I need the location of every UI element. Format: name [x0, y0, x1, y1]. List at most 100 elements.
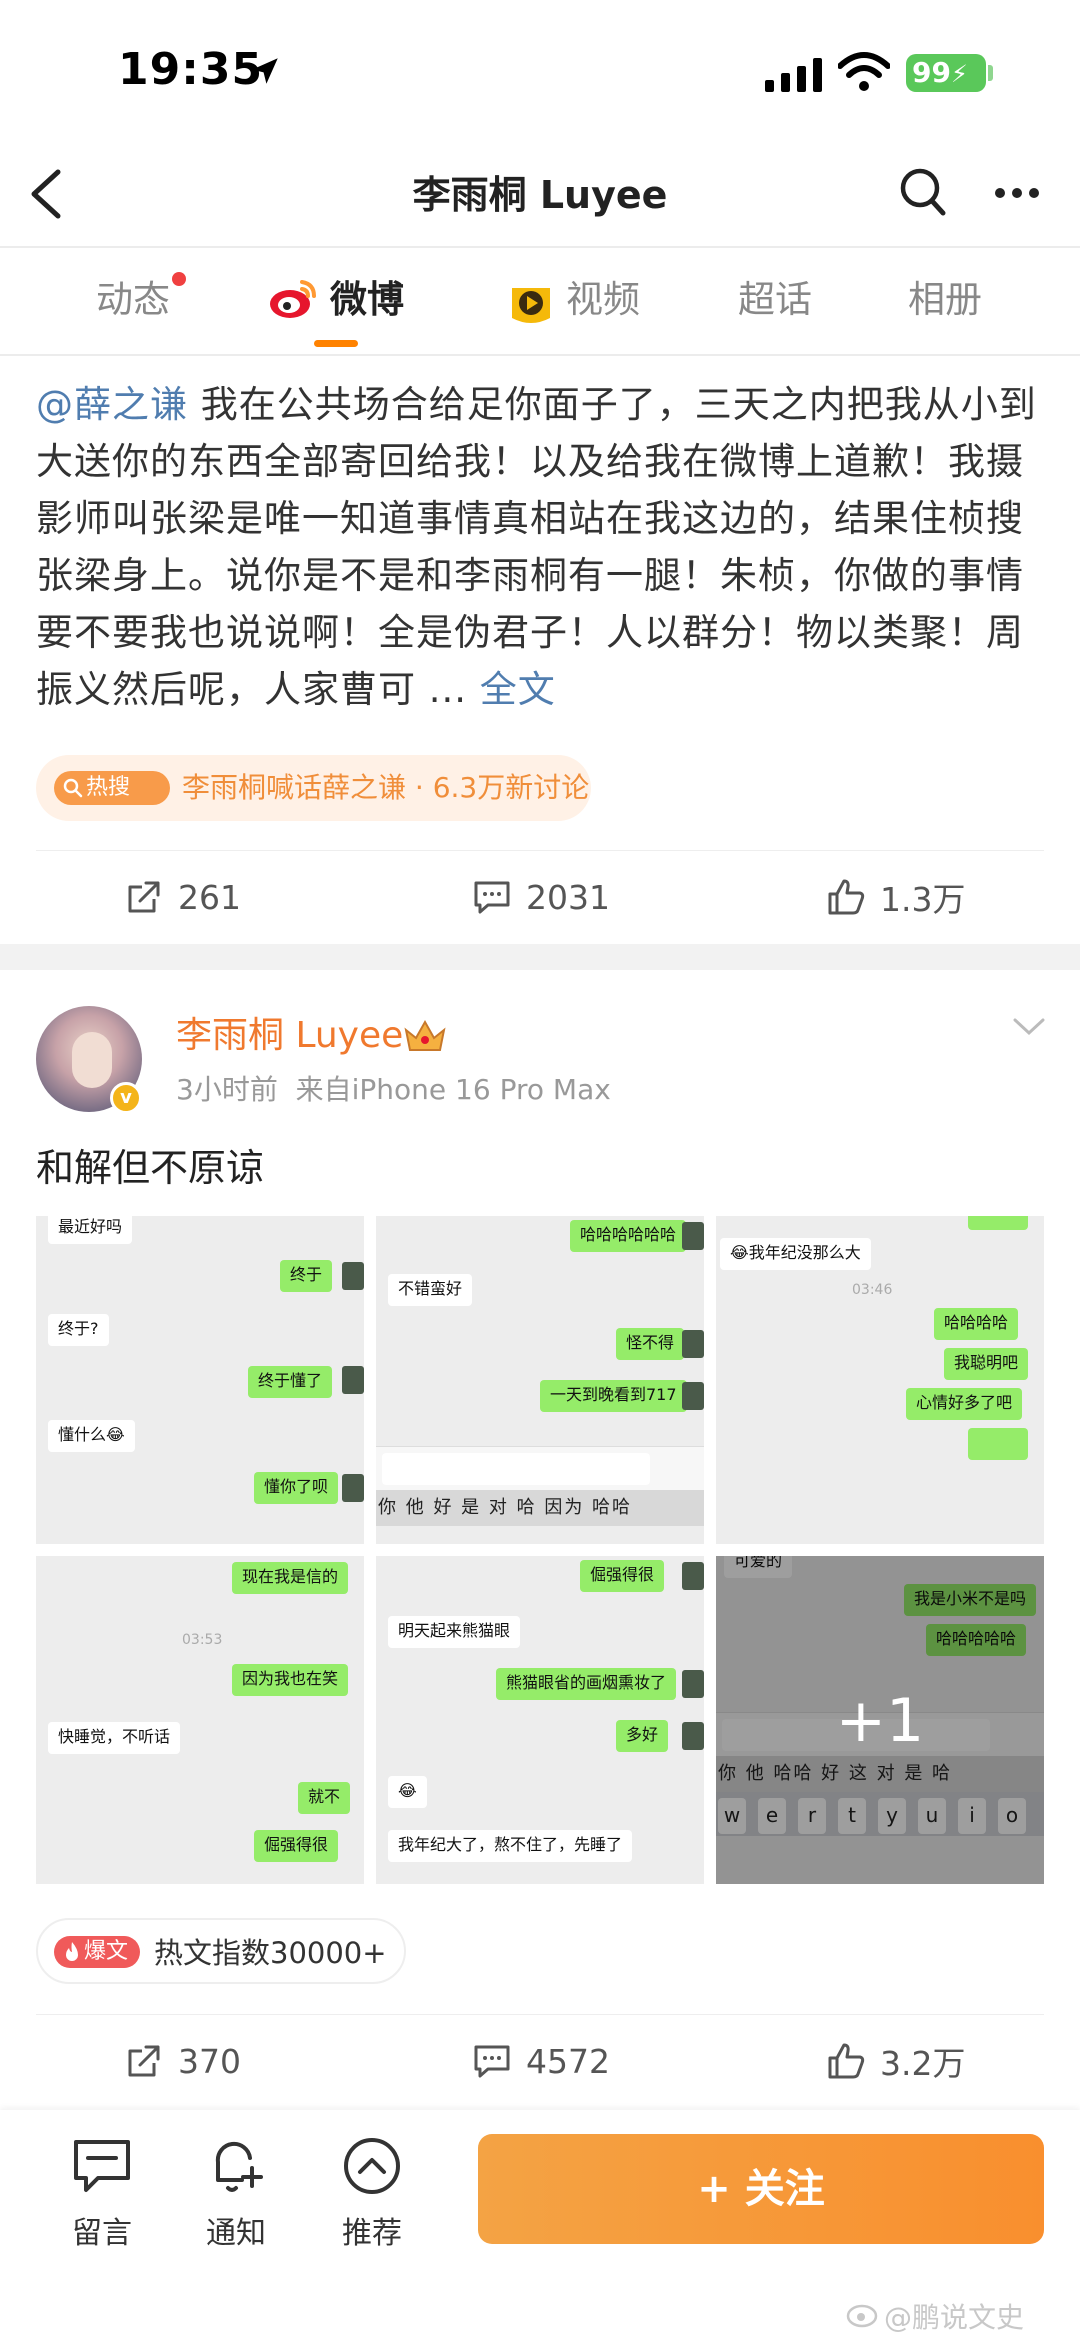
hot-search-topic: 李雨桐喊话薛之谦 · 6.3万新讨论 — [182, 771, 590, 804]
fire-icon — [66, 1942, 78, 1961]
post-body: @薛之谦 我在公共场合给足你面子了，三天之内把我从小到大送你的东西全部寄回给我！… — [36, 376, 1046, 718]
chat-bubble: 现在我是信的 — [232, 1562, 349, 1594]
more-icon[interactable] — [994, 186, 1040, 200]
chat-bubble: 最近好吗 — [48, 1216, 133, 1244]
chat-avatar — [342, 1366, 364, 1394]
chat-bubble: 哈哈哈哈哈哈 — [570, 1220, 687, 1252]
tab-weibo[interactable]: 微博 — [330, 272, 404, 332]
battery-cap — [988, 65, 993, 81]
recommend-label: 推荐 — [342, 2216, 402, 2251]
recommend-button[interactable]: 推荐 — [322, 2134, 422, 2252]
chat-bubble: 就不 — [298, 1782, 351, 1814]
chat-avatar — [682, 1562, 704, 1590]
chevron-down-icon[interactable] — [1012, 1016, 1046, 1038]
chat-avatar — [682, 1222, 704, 1250]
chat-screenshot-3[interactable]: 😂我年纪没那么大 03:46 哈哈哈哈 我聪明吧 心情好多了吧 — [716, 1216, 1044, 1544]
chat-bubble: 终于懂了 — [248, 1366, 333, 1398]
chat-bubble: 终于 — [280, 1260, 333, 1292]
comment-count: 2031 — [526, 877, 610, 917]
follow-button[interactable]: + 关注 — [478, 2134, 1044, 2244]
post-source: 来自iPhone 16 Pro Max — [295, 1073, 611, 1106]
post-actions: 370 4572 3.2万 — [0, 2016, 1080, 2106]
chat-timestamp: 03:46 — [852, 1282, 893, 1298]
hot-search-pill[interactable]: 热搜 李雨桐喊话薛之谦 · 6.3万新讨论 — [36, 755, 591, 821]
notify-button[interactable]: 通知 — [186, 2134, 286, 2252]
read-more-link[interactable]: 全文 — [467, 668, 556, 711]
chat-bubble: 倔强得很 — [580, 1560, 665, 1592]
chat-bubble: 😂 — [388, 1776, 427, 1808]
hot-article-pill[interactable]: 爆文 热文指数30000+ — [36, 1918, 406, 1984]
status-bar: 19:35 99⚡ — [0, 0, 1080, 140]
more-images-count: +1 — [835, 1686, 925, 1756]
chat-bubble: 哈哈哈哈 — [934, 1308, 1019, 1340]
profile-tabs: 动态 微博 视频 超话 相册 — [0, 248, 1080, 354]
chat-input-field — [382, 1453, 650, 1485]
comment-button[interactable]: 4572 — [472, 2016, 610, 2106]
chat-screenshot-4[interactable]: 现在我是信的 03:53 因为我也在笑 快睡觉，不听话 就不 倔强得很 — [36, 1556, 364, 1884]
post-text: 和解但不原谅 — [36, 1146, 265, 1190]
post-actions: 261 2031 1.3万 — [0, 852, 1080, 942]
chat-bubble: 快睡觉，不听话 — [48, 1722, 181, 1754]
hot-search-badge: 热搜 — [54, 771, 170, 805]
battery-icon: 99⚡ — [906, 54, 986, 92]
comment-button[interactable]: 2031 — [472, 852, 610, 942]
chat-bubble: 懂什么😂 — [48, 1420, 135, 1452]
chat-screenshot-2[interactable]: 哈哈哈哈哈哈 不错蛮好 怪不得 一天到晚看到717 你 他 好 是 对 哈 因为… — [376, 1216, 704, 1544]
tab-video[interactable]: 视频 — [566, 272, 640, 332]
chat-bubble: 明天起来熊猫眼 — [388, 1616, 521, 1648]
bell-plus-icon — [215, 2141, 263, 2192]
chat-bubble: 多好 — [616, 1720, 669, 1752]
share-button[interactable]: 370 — [124, 2016, 241, 2106]
author-name[interactable]: 李雨桐 Luyee — [176, 1012, 403, 1060]
chat-avatar — [682, 1722, 704, 1750]
share-icon — [128, 2045, 160, 2077]
like-button[interactable]: 3.2万 — [826, 2016, 965, 2106]
active-tab-indicator — [314, 340, 358, 347]
search-icon[interactable] — [898, 166, 946, 218]
crown-icon — [404, 1019, 446, 1051]
share-count: 370 — [178, 2041, 241, 2081]
verified-badge-icon: v — [110, 1082, 142, 1114]
profile-header: 李雨桐 Luyee — [0, 140, 1080, 246]
like-count: 3.2万 — [880, 2044, 966, 2083]
comment-nav-button[interactable]: 留言 — [52, 2134, 152, 2252]
chat-screenshot-1[interactable]: 最近好吗 终于 终于? 终于懂了 懂什么😂 懂你了呗 — [36, 1216, 364, 1544]
weibo-watermark-icon — [846, 2304, 878, 2328]
comment-icon — [474, 2045, 510, 2078]
chat-avatar — [682, 1382, 704, 1410]
chat-screenshot-6[interactable]: 可爱的 我是小米不是吗 哈哈哈哈哈 你 他 哈哈 好 这 对 是 哈 w e r… — [716, 1556, 1044, 1884]
chat-bubble: 终于? — [48, 1314, 109, 1346]
chat-bubble: 😂我年纪没那么大 — [720, 1238, 871, 1270]
like-button[interactable]: 1.3万 — [826, 852, 965, 942]
post-time: 3小时前 — [176, 1073, 278, 1106]
tab-dynamics[interactable]: 动态 — [96, 272, 170, 332]
comment-bubble-icon — [74, 2140, 130, 2192]
share-button[interactable]: 261 — [124, 852, 241, 942]
notification-dot — [172, 272, 186, 286]
like-icon — [828, 2043, 865, 2079]
chat-bubble: 心情好多了吧 — [906, 1388, 1023, 1420]
tabs-divider — [0, 354, 1080, 356]
chat-avatar — [682, 1670, 704, 1698]
chat-bubble: 因为我也在笑 — [232, 1664, 349, 1696]
post-separator — [0, 944, 1080, 970]
chat-timestamp: 03:53 — [182, 1632, 223, 1648]
chat-screenshot-5[interactable]: 倔强得很 明天起来熊猫眼 熊猫眼省的画烟熏妆了 多好 😂 我年纪大了，熬不住了，… — [376, 1556, 704, 1884]
like-icon — [828, 879, 865, 915]
location-arrow-icon — [252, 58, 278, 84]
tab-supertopic[interactable]: 超话 — [738, 272, 812, 332]
mention-link[interactable]: @薛之谦 — [36, 383, 188, 426]
status-time: 19:35 — [118, 44, 264, 95]
comment-icon — [474, 881, 510, 914]
chat-avatar — [342, 1474, 364, 1502]
chat-input-bar — [376, 1446, 704, 1490]
avatar-face — [72, 1032, 112, 1088]
up-arrow-circle-icon — [344, 2138, 400, 2194]
tab-album[interactable]: 相册 — [908, 272, 982, 332]
search-icon — [63, 778, 83, 798]
video-icon — [512, 288, 550, 323]
comment-count: 4572 — [526, 2041, 610, 2081]
chat-bubble: 倔强得很 — [254, 1830, 339, 1862]
like-count: 1.3万 — [880, 880, 966, 919]
battery-level: 99 — [912, 56, 951, 89]
